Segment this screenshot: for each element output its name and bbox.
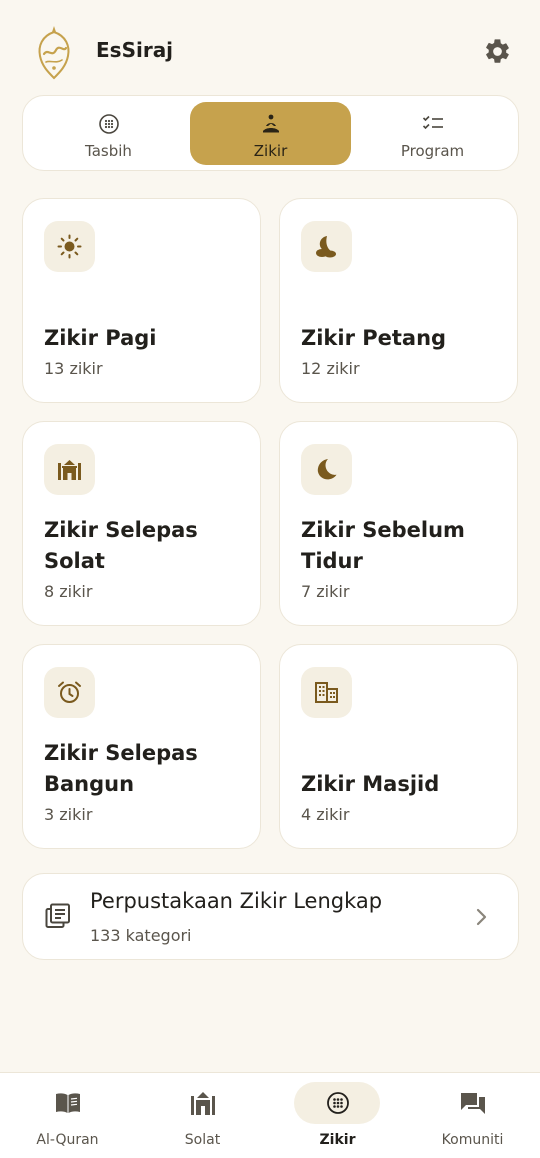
mosque-icon bbox=[58, 460, 81, 480]
card-zikir-selepas-bangun[interactable]: Zikir Selepas Bangun 3 zikir bbox=[22, 644, 261, 849]
bottom-navigation: Al-Quran Solat Zikir Komuniti bbox=[0, 1072, 540, 1158]
card-count: 7 zikir bbox=[301, 582, 350, 601]
book-icon bbox=[55, 1093, 80, 1113]
library-icon bbox=[45, 903, 70, 928]
icon-tile bbox=[44, 667, 95, 718]
card-title: Zikir Petang bbox=[301, 326, 447, 350]
alarm-clock-icon bbox=[58, 681, 81, 703]
prayer-person-icon bbox=[262, 114, 279, 133]
card-count: 8 zikir bbox=[44, 582, 93, 601]
checklist-icon bbox=[422, 115, 443, 130]
mode-segmented-control: Tasbih Zikir Program bbox=[22, 95, 519, 171]
tasbih-icon bbox=[98, 114, 119, 134]
tab-label: Program bbox=[400, 142, 465, 160]
icon-tile bbox=[44, 444, 95, 495]
card-title: Zikir Sebelum Tidur bbox=[301, 518, 465, 573]
icon-tile bbox=[44, 221, 95, 272]
building-icon bbox=[315, 682, 338, 703]
card-title: Zikir Pagi bbox=[44, 326, 157, 350]
card-count: 3 zikir bbox=[44, 805, 93, 824]
card-title: Zikir Masjid bbox=[301, 772, 440, 796]
card-zikir-petang[interactable]: Zikir Petang 12 zikir bbox=[279, 198, 518, 403]
tab-zikir[interactable]: Zikir bbox=[190, 102, 351, 165]
card-title: Zikir Selepas Solat bbox=[44, 518, 198, 573]
evening-moon-icon bbox=[316, 236, 336, 258]
mosque-icon bbox=[190, 1092, 215, 1115]
library-title: Perpustakaan Zikir Lengkap bbox=[90, 889, 383, 913]
tab-label: Tasbih bbox=[85, 142, 132, 160]
nav-label: Solat bbox=[184, 1132, 221, 1148]
chevron-right-icon bbox=[476, 908, 487, 926]
nav-al-quran[interactable]: Al-Quran bbox=[0, 1073, 135, 1158]
icon-tile bbox=[301, 444, 352, 495]
tab-program[interactable]: Program bbox=[352, 102, 513, 165]
card-zikir-pagi[interactable]: Zikir Pagi 13 zikir bbox=[22, 198, 261, 403]
zikir-library-row[interactable]: Perpustakaan Zikir Lengkap 133 kategori bbox=[22, 873, 519, 960]
crescent-moon-icon bbox=[317, 459, 337, 480]
nav-label: Komuniti bbox=[441, 1132, 504, 1148]
chat-icon bbox=[460, 1093, 485, 1114]
card-count: 4 zikir bbox=[301, 805, 350, 824]
icon-tile bbox=[301, 221, 352, 272]
tasbih-icon bbox=[326, 1092, 349, 1114]
card-count: 12 zikir bbox=[301, 359, 360, 378]
app-title: EsSiraj bbox=[96, 38, 174, 62]
card-zikir-selepas-solat[interactable]: Zikir Selepas Solat 8 zikir bbox=[22, 421, 261, 626]
icon-tile bbox=[301, 667, 352, 718]
card-count: 13 zikir bbox=[44, 359, 103, 378]
card-zikir-masjid[interactable]: Zikir Masjid 4 zikir bbox=[279, 644, 518, 849]
nav-label: Zikir bbox=[319, 1132, 356, 1148]
tab-label: Zikir bbox=[253, 142, 288, 160]
nav-zikir[interactable]: Zikir bbox=[270, 1073, 405, 1158]
essiraj-logo bbox=[38, 26, 70, 80]
nav-solat[interactable]: Solat bbox=[135, 1073, 270, 1158]
library-subtitle: 133 kategori bbox=[90, 926, 192, 945]
nav-label: Al-Quran bbox=[36, 1132, 99, 1148]
card-zikir-sebelum-tidur[interactable]: Zikir Sebelum Tidur 7 zikir bbox=[279, 421, 518, 626]
sun-icon bbox=[57, 234, 82, 259]
card-title: Zikir Selepas Bangun bbox=[44, 741, 198, 796]
nav-komuniti[interactable]: Komuniti bbox=[405, 1073, 540, 1158]
tab-tasbih[interactable]: Tasbih bbox=[28, 102, 189, 165]
settings-gear-icon[interactable] bbox=[483, 37, 512, 66]
app-header: EsSiraj bbox=[0, 0, 540, 96]
